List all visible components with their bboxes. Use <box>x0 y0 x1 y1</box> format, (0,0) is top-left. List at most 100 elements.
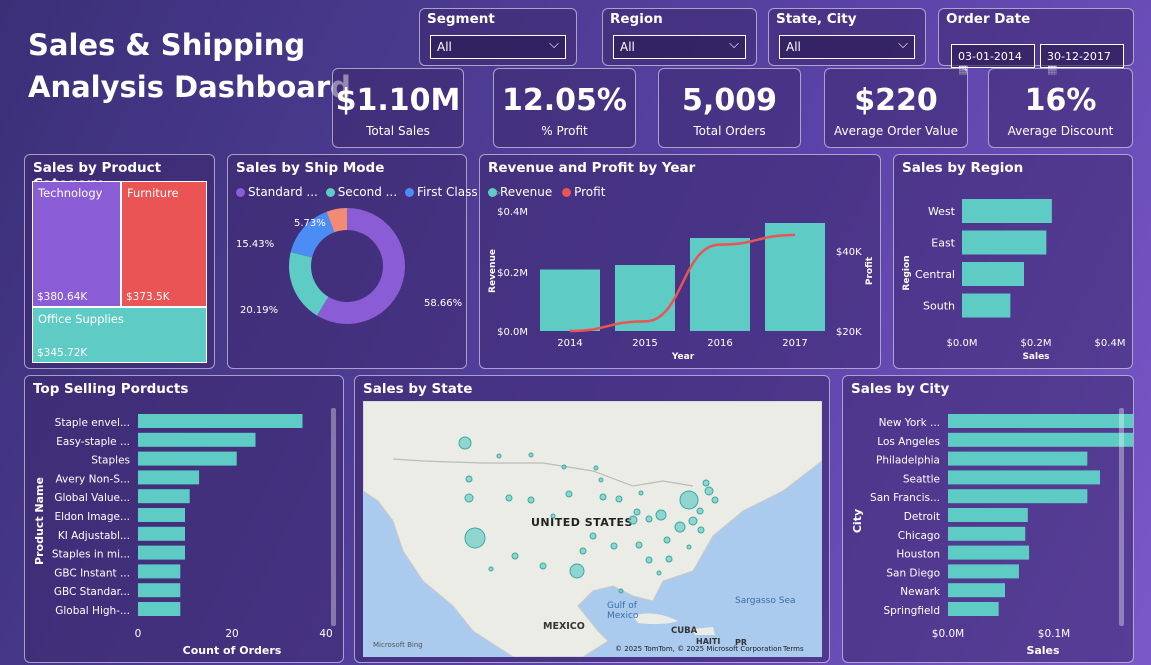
state-bubble <box>674 521 686 533</box>
kpi-value: $220 <box>854 83 938 118</box>
x-tick-label: $0.0M <box>932 628 964 640</box>
y-tick-label: $0.4M <box>497 207 528 218</box>
state-panel: Sales by State UNITED STATES Gulf of Mexic… <box>354 375 830 663</box>
state-city-dropdown[interactable]: All ⌵ <box>779 35 915 59</box>
state-bubble <box>465 475 473 483</box>
segment-slicer: Segment All ⌵ <box>419 8 577 66</box>
bar-label: Avery Non-S... <box>55 473 130 485</box>
state-bubble <box>679 490 699 510</box>
start-date-input[interactable]: 03-01-2014 ▦ <box>951 44 1035 76</box>
revenue-bar <box>765 223 825 331</box>
bar-label: Staple envel... <box>55 417 130 429</box>
donut-label: 5.73% <box>294 218 326 229</box>
state-bubble <box>704 486 714 496</box>
state-bubble <box>579 547 587 555</box>
donut-label: 20.19% <box>240 305 278 316</box>
legend-label: Standard ... <box>248 185 318 199</box>
region-chart: West East Central South $0.0M $0.2M $0.4M Sales… <box>902 199 1125 362</box>
gulf-label: Gulf of <box>607 601 638 611</box>
shipmode-legend: Standard ... Second ... First Class ▷ <box>236 185 501 199</box>
state-bubble <box>656 570 662 576</box>
region-dropdown[interactable]: All ⌵ <box>613 35 746 59</box>
treemap-furniture[interactable]: Furniture $373.5K <box>121 181 207 307</box>
sargasso-label: Sargasso Sea <box>735 596 796 606</box>
bar <box>948 602 999 616</box>
y-axis-label: Product Name <box>33 477 46 565</box>
state-bubble <box>628 515 638 525</box>
state-bubble <box>598 477 604 483</box>
state-bubble <box>458 436 472 450</box>
state-bubble <box>488 566 494 572</box>
y-axis-label: Revenue <box>488 249 498 293</box>
x-tick-label: 2017 <box>782 338 807 349</box>
state-map[interactable]: UNITED STATES Gulf of Mexico MEXICO CUBA HAIT… <box>363 401 822 657</box>
bar-label: New York ... <box>879 417 940 429</box>
bar-label: Chicago <box>898 530 940 542</box>
segment-label: Segment <box>427 11 495 27</box>
treemap-office-supplies[interactable]: Office Supplies $345.72K <box>32 307 207 363</box>
region-slicer: Region All ⌵ <box>602 8 757 66</box>
region-label: Region <box>610 11 663 27</box>
donut-slice <box>289 252 329 316</box>
y-tick-label: $0.2M <box>497 268 528 279</box>
bar-label: San Diego <box>886 567 940 579</box>
state-bubble <box>593 465 599 471</box>
kpi-card: $1.10M Total Sales <box>332 68 464 148</box>
kpi-card: 5,009 Total Orders <box>658 68 801 148</box>
state-bubble <box>505 494 513 502</box>
segment-dropdown[interactable]: All ⌵ <box>430 35 566 59</box>
kpi-label: Average Order Value <box>834 124 958 138</box>
x-axis-label: Count of Orders <box>183 644 282 657</box>
bar-label: GBC Instant ... <box>54 567 130 579</box>
x-axis-label: Year <box>671 352 695 362</box>
state-bubble <box>561 464 567 470</box>
bar-label: Los Angeles <box>877 436 940 448</box>
bar <box>948 508 1028 522</box>
tile-label: Office Supplies <box>38 312 124 326</box>
tile-value: $345.72K <box>37 347 88 359</box>
bar-label: Newark <box>900 586 941 598</box>
kpi-value: 12.05% <box>502 83 627 118</box>
state-bubble <box>527 496 535 504</box>
bar <box>138 489 190 504</box>
products-chart: Staple envel... Easy-staple ... Staples Ave… <box>33 408 336 657</box>
state-bubble <box>645 515 653 523</box>
x-tick-label: 20 <box>225 628 238 640</box>
revenue-panel: Revenue and Profit by Year Revenue Profi… <box>479 154 881 369</box>
bar-label: Detroit <box>904 511 940 523</box>
scrollbar <box>1119 408 1124 626</box>
bar <box>948 583 1005 598</box>
kpi-value: $1.10M <box>335 83 461 118</box>
bar <box>948 451 1088 466</box>
end-date-input[interactable]: 30-12-2017 ▦ <box>1040 44 1124 76</box>
revenue-chart: $0.4M $0.2M $0.0M $40K $20K Revenue Profit Year… <box>488 207 875 362</box>
y2-tick-label: $20K <box>836 327 862 338</box>
region-label: South <box>923 300 955 313</box>
x-tick-label: 0 <box>135 628 142 640</box>
x-tick-label: 40 <box>319 628 332 640</box>
state-bubble <box>635 541 643 549</box>
treemap-technology[interactable]: Technology $380.64K <box>32 181 121 307</box>
chevron-down-icon: ⌵ <box>729 37 739 52</box>
city-panel: Sales by City New York ... Los Angeles Phi… <box>842 375 1134 663</box>
kpi-card: $220 Average Order Value <box>824 68 968 148</box>
bar-label: Springfield <box>883 605 940 617</box>
bar-label: KI Adjustabl... <box>58 530 130 542</box>
state-bubble <box>686 544 692 550</box>
region-label: Central <box>915 268 955 281</box>
kpi-label: % Profit <box>541 124 588 138</box>
bar <box>138 414 303 428</box>
y-axis-label: Region <box>902 255 912 290</box>
state-city-value: All <box>786 40 801 54</box>
bar-label: San Francis... <box>870 492 940 504</box>
state-city-slicer: State, City All ⌵ <box>768 8 926 66</box>
tile-value: $380.64K <box>37 291 88 303</box>
x-tick-label: $0.0M <box>947 338 978 349</box>
scrollbar <box>331 408 336 626</box>
title-line2: Analysis Dashboard <box>28 70 351 104</box>
products-panel: Top Selling Porducts Staple envel... Easy… <box>24 375 344 663</box>
state-bubble <box>511 552 519 560</box>
mexico-label: MEXICO <box>543 621 585 632</box>
title-line1: Sales & Shipping <box>28 28 306 62</box>
bar <box>948 489 1088 504</box>
